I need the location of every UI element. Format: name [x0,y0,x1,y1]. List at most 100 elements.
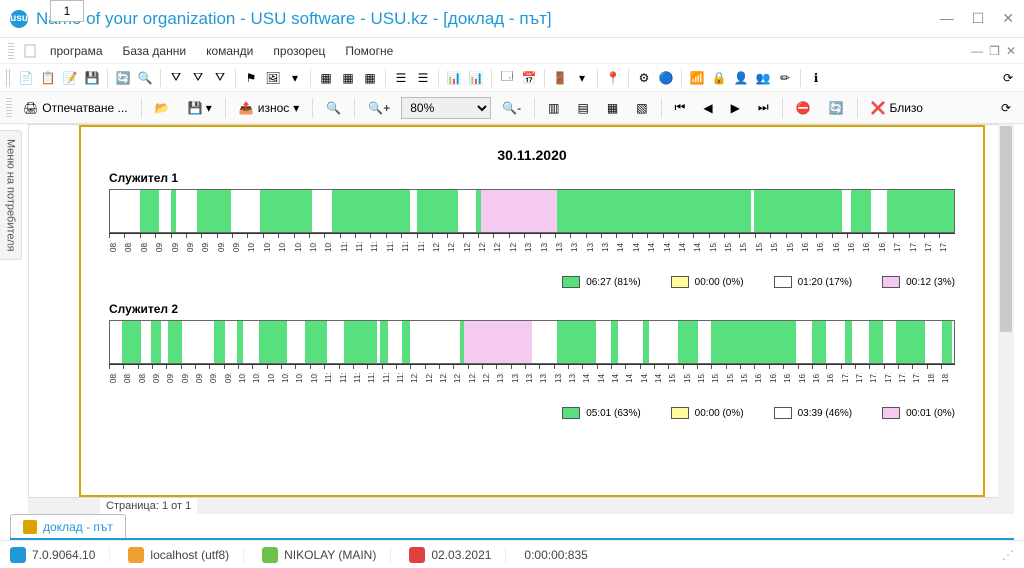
legend-text: 03:39 (46%) [798,408,852,419]
image-icon[interactable]: 🖼 [263,68,283,88]
report-icon [23,520,37,534]
legend-text: 01:20 (17%) [798,277,852,288]
menu-window[interactable]: прозорец [265,41,333,61]
lock-icon[interactable]: 🔒 [709,68,729,88]
stop-button[interactable]: ⛔ [789,96,818,120]
grid2-icon[interactable]: ▦ [338,68,358,88]
refresh-button[interactable]: 🔄 [822,96,851,120]
window-icon[interactable]: 🗔 [497,68,517,88]
export-label: износ [258,101,290,115]
page-input[interactable] [50,0,84,22]
export-xls-icon[interactable]: 📊 [444,68,464,88]
employee-1-name: Служител 1 [109,171,955,185]
status-elapsed: 0:00:00:835 [524,548,587,562]
legend-swatch [774,276,792,288]
tab-label: доклад - път [43,520,113,534]
layout3-button[interactable]: ▦ [600,96,625,120]
save-icon[interactable]: 💾 [82,68,102,88]
status-host: localhost (utf8) [150,548,229,562]
minimize-icon[interactable]: — [940,10,954,27]
legend-text: 05:01 (63%) [586,408,640,419]
list2-icon[interactable]: ☰ [413,68,433,88]
first-page-button[interactable]: ⏮ [668,96,693,120]
close-icon[interactable]: ✕ [1002,10,1014,27]
sync-icon[interactable]: ⟳ [998,68,1018,88]
maximize-icon[interactable]: ☐ [972,10,985,27]
grid-icon[interactable]: ▦ [316,68,336,88]
last-page-button[interactable]: ⏭ [751,96,776,120]
legend-swatch [882,407,900,419]
export-xls2-icon[interactable]: 📊 [466,68,486,88]
grid3-icon[interactable]: ▦ [360,68,380,88]
menu-database[interactable]: База данни [115,41,195,61]
layout4-button[interactable]: ▧ [629,96,654,120]
refresh-icon[interactable]: 🔄 [113,68,133,88]
info-icon[interactable]: ℹ [806,68,826,88]
menu-program[interactable]: програма [42,41,111,61]
filter-clear-icon[interactable]: ⛛ [210,68,230,88]
users-icon[interactable]: 👥 [753,68,773,88]
flag-icon[interactable]: ⚑ [241,68,261,88]
gear-icon[interactable]: ⚙ [634,68,654,88]
legend-swatch [562,276,580,288]
copy-icon[interactable]: 📋 [38,68,58,88]
info-status-icon [10,547,26,563]
export-button[interactable]: 📤 износ ▾ [232,96,307,120]
search-icon[interactable]: 🔍 [135,68,155,88]
menu-help[interactable]: Помогне [337,41,401,61]
mdi-minimize-icon[interactable]: — [971,44,983,58]
gripper-icon [6,98,12,118]
status-bar: 7.0.9064.10 localhost (utf8) NIKOLAY (MA… [0,540,1024,568]
mdi-restore-icon[interactable]: ❐ [989,44,1000,58]
dropdown2-icon[interactable]: ▾ [572,68,592,88]
zoom-in-button[interactable]: 🔍+ [361,96,397,120]
zoom-out-button[interactable]: 🔍- [495,96,528,120]
user-icon[interactable]: 👤 [731,68,751,88]
page-status: Страница: 1 от 1 [100,498,197,514]
legend-item: 05:01 (63%) [562,407,640,419]
dropdown-icon[interactable]: ▾ [285,68,305,88]
close-label: Близо [889,101,923,115]
legend-item: 00:00 (0%) [671,276,744,288]
prev-page-button[interactable]: ◀ [696,96,719,120]
vertical-scrollbar[interactable] [998,124,1014,498]
zoom-select[interactable]: 80% [401,97,491,119]
open-button[interactable]: 📂 [148,96,177,120]
list-icon[interactable]: ☰ [391,68,411,88]
next-page-button[interactable]: ▶ [724,96,747,120]
new-icon[interactable]: 📄 [16,68,36,88]
wand-icon[interactable]: ✏ [775,68,795,88]
calendar-icon[interactable]: 📅 [519,68,539,88]
menu-commands[interactable]: команди [198,41,261,61]
side-tab-label: Меню на потребителя [5,139,17,252]
main-toolbar: 📄 📋 📝 💾 🔄 🔍 ⛛ ⛛ ⛛ ⚑ 🖼 ▾ ▦ ▦ ▦ ☰ ☰ 📊 📊 🗔 … [0,64,1024,92]
legend-item: 00:01 (0%) [882,407,955,419]
mdi-close-icon[interactable]: ✕ [1006,44,1016,58]
side-tab-user-menu[interactable]: Меню на потребителя [0,130,22,260]
resize-grip-icon[interactable]: ⋰ [1002,548,1014,562]
exit-icon[interactable]: 🚪 [550,68,570,88]
color-icon[interactable]: 🔵 [656,68,676,88]
layout1-button[interactable]: ▥ [541,96,566,120]
print-label: Отпечатване ... [42,101,127,115]
filter-icon[interactable]: ⛛ [166,68,186,88]
legend-swatch [562,407,580,419]
pin-icon[interactable]: 📍 [603,68,623,88]
employee-1-legend: 06:27 (81%)00:00 (0%)01:20 (17%)00:12 (3… [109,276,955,288]
rss-icon[interactable]: 📶 [687,68,707,88]
filter2-icon[interactable]: ⛛ [188,68,208,88]
clipboard-icon[interactable] [22,43,38,59]
user-status-icon [262,547,278,563]
employee-1-timeline [109,189,955,233]
tab-report[interactable]: доклад - път [10,514,126,538]
close-report-button[interactable]: ❌ Близо [864,96,930,120]
print-button[interactable]: 🖨 Отпечатване ... [16,96,135,120]
save-button[interactable]: 💾 ▾ [181,96,219,120]
legend-text: 06:27 (81%) [586,277,640,288]
find-button[interactable]: 🔍 [319,96,348,120]
legend-swatch [671,276,689,288]
layout2-button[interactable]: ▤ [571,96,596,120]
sync2-icon[interactable]: ⟳ [994,96,1018,120]
legend-swatch [882,276,900,288]
edit-icon[interactable]: 📝 [60,68,80,88]
